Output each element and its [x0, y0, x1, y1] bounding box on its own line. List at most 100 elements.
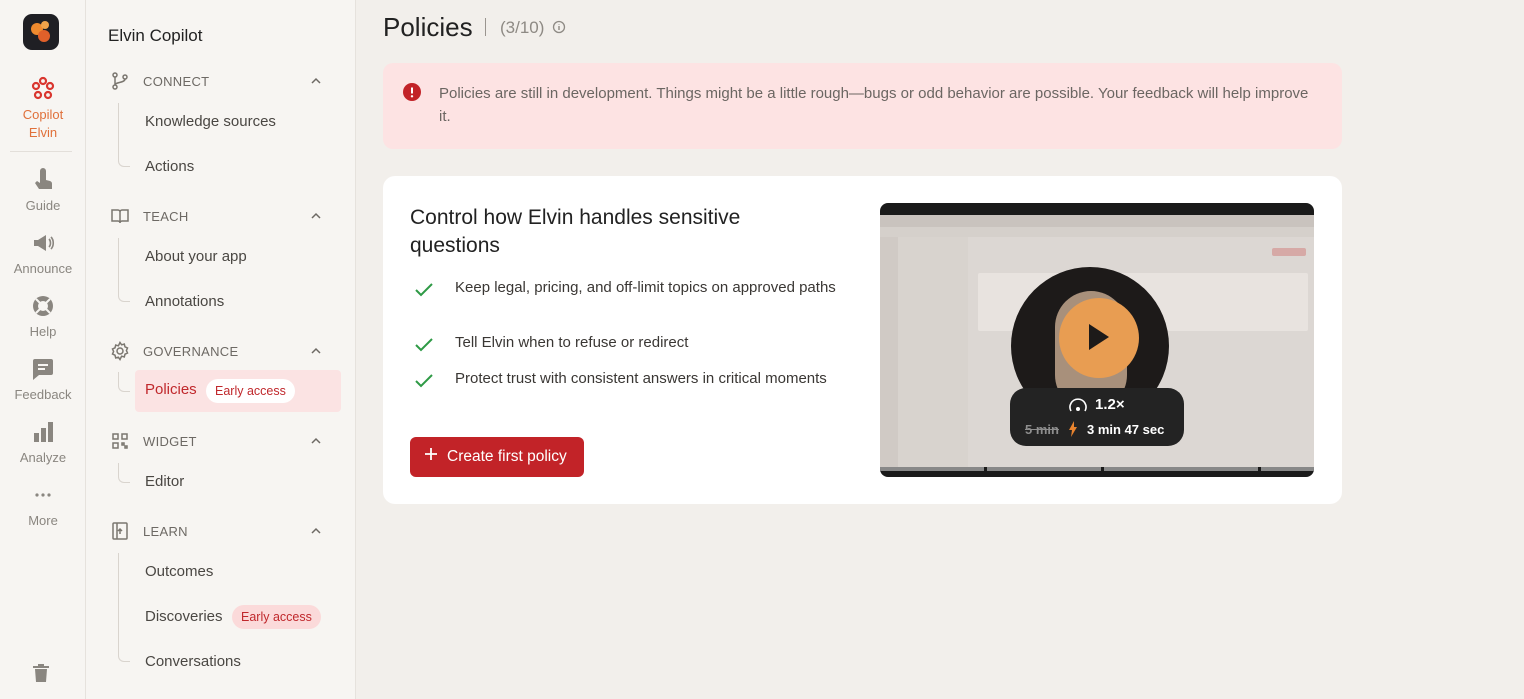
- book-icon: [111, 209, 129, 224]
- development-alert: Policies are still in development. Thing…: [383, 63, 1342, 149]
- rail-item-copilot[interactable]: Copilot Elvin: [0, 76, 86, 142]
- chapter-segment[interactable]: [1104, 467, 1258, 471]
- bar-chart-icon: [34, 422, 53, 442]
- rail-item-label: Feedback: [14, 387, 72, 402]
- play-icon: [1089, 324, 1109, 350]
- tree-branch: [118, 288, 130, 302]
- sidebar-item-discoveries[interactable]: Discoveries: [145, 607, 223, 627]
- section-label: TEACH: [143, 209, 189, 224]
- rail-item-label: Copilot Elvin: [22, 107, 64, 140]
- chevron-up-icon[interactable]: [310, 525, 322, 537]
- feature-item: Keep legal, pricing, and off-limit topic…: [410, 277, 850, 317]
- sidebar-item-conversations[interactable]: Conversations: [145, 652, 241, 672]
- rail-item-more[interactable]: More: [0, 482, 86, 530]
- feedback-icon: [33, 359, 53, 380]
- trash-icon[interactable]: [30, 662, 52, 684]
- page-title: Policies: [383, 12, 473, 42]
- thumb-button: [1272, 248, 1306, 256]
- button-label: Create first policy: [447, 448, 567, 465]
- rail-item-guide[interactable]: Guide: [0, 167, 86, 215]
- feature-item: Protect trust with consistent answers in…: [410, 368, 850, 408]
- rail-item-announce[interactable]: Announce: [0, 230, 86, 278]
- play-button[interactable]: [1059, 298, 1139, 378]
- tree-line: [118, 238, 119, 288]
- learn-icon: [112, 522, 128, 540]
- section-label: WIDGET: [143, 434, 197, 449]
- chevron-up-icon[interactable]: [310, 75, 322, 87]
- video-player[interactable]: 1.2× 5 min 3 min 47 sec: [880, 203, 1314, 477]
- sidebar-item-actions[interactable]: Actions: [145, 157, 194, 177]
- thumb-browser-bar: [880, 215, 1314, 227]
- lifebuoy-icon: [33, 296, 53, 316]
- chapter-segment[interactable]: [987, 467, 1101, 471]
- speed-icon: [1069, 398, 1087, 412]
- tree-line: [118, 553, 119, 648]
- sidebar-item-editor[interactable]: Editor: [145, 472, 184, 492]
- thumb-sidebar: [898, 237, 968, 467]
- feature-text: Keep legal, pricing, and off-limit topic…: [455, 279, 836, 296]
- section-widget[interactable]: WIDGET: [110, 431, 340, 451]
- section-learn[interactable]: LEARN: [110, 521, 340, 541]
- section-label: LEARN: [143, 524, 188, 539]
- tree-branch: [118, 648, 130, 662]
- speed-label: 1.2×: [1095, 396, 1125, 413]
- rail-item-label: Help: [29, 324, 57, 339]
- original-duration: 5 min: [1025, 422, 1059, 437]
- tree-branch: [118, 372, 130, 392]
- app-rail: Copilot Elvin Guide Announce Help Feedba…: [0, 0, 86, 699]
- branch-icon: [112, 72, 128, 90]
- sidebar-item-annotations[interactable]: Annotations: [145, 292, 224, 312]
- rail-item-label: Guide: [25, 198, 61, 213]
- info-icon[interactable]: [552, 20, 566, 34]
- policy-count: (3/10): [500, 18, 545, 37]
- alert-text: Policies are still in development. Thing…: [439, 85, 1309, 125]
- bolt-icon: [1069, 421, 1077, 437]
- tree-branch: [118, 463, 130, 483]
- more-icon: [35, 493, 51, 497]
- chapter-segment[interactable]: [1261, 467, 1314, 471]
- check-icon: [415, 283, 433, 297]
- title-divider: [485, 18, 486, 36]
- section-governance[interactable]: GOVERNANCE: [110, 341, 340, 361]
- copilot-icon: [31, 76, 55, 100]
- feature-text: Protect trust with consistent answers in…: [455, 370, 827, 387]
- sidebar-item-outcomes[interactable]: Outcomes: [145, 562, 213, 582]
- rail-item-analyze[interactable]: Analyze: [0, 419, 86, 467]
- section-teach[interactable]: TEACH: [110, 206, 340, 226]
- rail-item-label: Announce: [13, 261, 73, 276]
- rail-item-label: More: [28, 513, 58, 528]
- card-title: Control how Elvin handles sensitive ques…: [410, 206, 741, 257]
- feature-text: Tell Elvin when to refuse or redirect: [455, 334, 689, 351]
- sped-up-duration: 3 min 47 sec: [1087, 422, 1165, 437]
- video-chapters[interactable]: [880, 467, 1314, 471]
- section-connect[interactable]: CONNECT: [110, 71, 340, 91]
- playback-speed-badge: 1.2× 5 min 3 min 47 sec: [1010, 388, 1184, 446]
- sidebar-item-policies[interactable]: Policies Early access: [135, 370, 341, 412]
- chapter-segment[interactable]: [880, 467, 984, 471]
- rail-item-feedback[interactable]: Feedback: [0, 356, 86, 404]
- sidebar-title: Elvin Copilot: [108, 26, 203, 45]
- tree-branch: [118, 153, 130, 167]
- rail-divider: [10, 151, 72, 152]
- section-label: GOVERNANCE: [143, 344, 239, 359]
- check-icon: [415, 338, 433, 352]
- feature-item: Tell Elvin when to refuse or redirect: [410, 332, 850, 372]
- guide-icon: [35, 168, 53, 189]
- alert-icon: [403, 83, 421, 101]
- policies-intro-card: Control how Elvin handles sensitive ques…: [383, 176, 1342, 504]
- rail-item-help[interactable]: Help: [0, 293, 86, 341]
- chevron-up-icon[interactable]: [310, 210, 322, 222]
- early-access-badge: Early access: [206, 379, 295, 403]
- thumb-rail: [880, 237, 898, 467]
- sidebar-item-label: Policies: [145, 381, 197, 398]
- section-label: CONNECT: [143, 74, 210, 89]
- rail-item-label: Analyze: [19, 450, 67, 465]
- create-first-policy-button[interactable]: Create first policy: [410, 437, 584, 477]
- app-logo[interactable]: [23, 14, 59, 50]
- chevron-up-icon[interactable]: [310, 435, 322, 447]
- chevron-up-icon[interactable]: [310, 345, 322, 357]
- thumb-address-bar: [880, 227, 1314, 237]
- sidebar-item-about-your-app[interactable]: About your app: [145, 247, 247, 267]
- sidebar-item-knowledge-sources[interactable]: Knowledge sources: [145, 112, 276, 132]
- grid-icon: [112, 433, 128, 449]
